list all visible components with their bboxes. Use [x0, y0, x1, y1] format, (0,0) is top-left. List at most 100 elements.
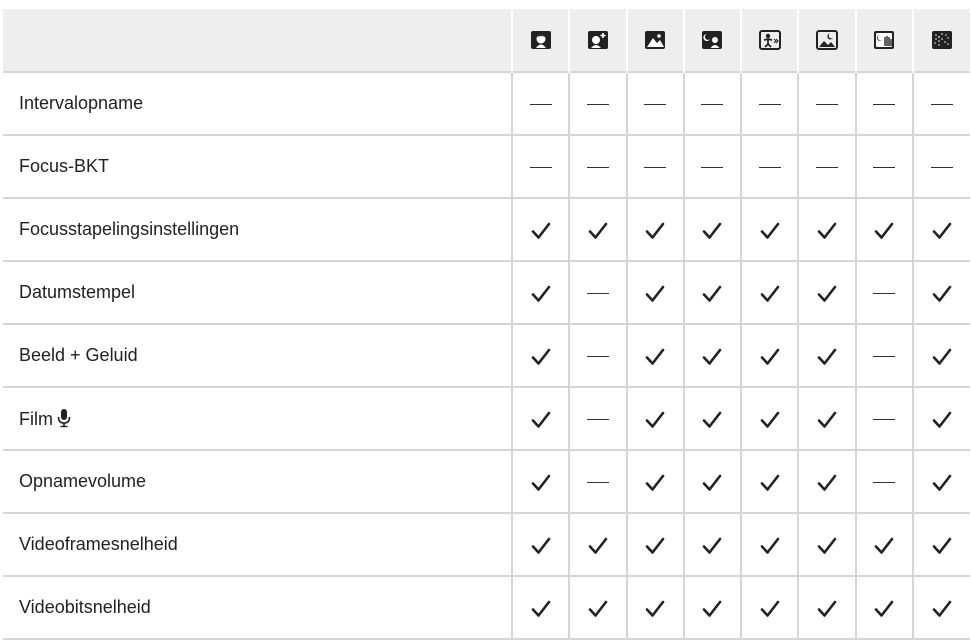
checkmark-icon	[531, 411, 550, 428]
checkmark-icon	[703, 411, 722, 428]
checkmark-icon	[703, 222, 722, 239]
value-cell	[510, 135, 570, 198]
portrait-mode-icon	[530, 31, 551, 49]
value-cell	[911, 198, 970, 261]
row-label-cell: Film	[3, 387, 512, 450]
value-cell	[854, 387, 913, 450]
not-available-dash	[529, 166, 552, 169]
value-cell	[510, 513, 570, 576]
value-cell	[510, 72, 570, 135]
checkmark-icon	[932, 411, 952, 428]
value-cell	[682, 198, 741, 261]
value-cell	[625, 324, 684, 387]
table-row: Focus-BKT	[3, 135, 970, 198]
value-cell	[854, 198, 913, 261]
checkmark-icon	[874, 537, 894, 554]
not-available-dash	[873, 355, 896, 358]
row-label: Datumstempel	[19, 282, 136, 302]
checkmark-icon	[645, 537, 665, 554]
value-cell	[911, 324, 970, 387]
value-cell	[682, 261, 741, 324]
value-cell	[854, 135, 913, 198]
checkmark-icon	[760, 411, 779, 428]
value-cell	[854, 72, 913, 135]
checkmark-icon	[817, 474, 837, 491]
not-available-dash	[873, 418, 896, 421]
header-cell-fireworks	[911, 9, 970, 72]
checkmark-icon	[817, 600, 837, 617]
value-cell	[797, 324, 856, 387]
checkmark-icon	[703, 600, 722, 617]
value-cell	[510, 450, 570, 513]
value-cell	[739, 72, 799, 135]
checkmark-icon	[703, 285, 722, 302]
value-cell	[911, 72, 970, 135]
not-available-dash	[758, 103, 781, 106]
checkmark-icon	[531, 600, 550, 617]
checkmark-icon	[645, 474, 665, 491]
checkmark-icon	[645, 348, 665, 365]
checkmark-icon	[703, 348, 722, 365]
value-cell	[510, 198, 570, 261]
checkmark-icon	[817, 285, 837, 302]
row-label: Focusstapelingsinstellingen	[19, 219, 240, 239]
value-cell	[854, 450, 913, 513]
value-cell	[911, 513, 970, 576]
checkmark-icon	[588, 600, 608, 617]
checkmark-icon	[588, 222, 608, 239]
not-available-dash	[815, 166, 838, 169]
checkmark-icon	[531, 222, 550, 239]
value-cell	[625, 135, 684, 198]
value-cell	[682, 135, 741, 198]
not-available-dash	[873, 166, 896, 169]
value-cell	[739, 450, 799, 513]
header-row	[3, 9, 970, 72]
not-available-dash	[930, 166, 953, 169]
value-cell	[568, 135, 627, 198]
not-available-dash	[586, 166, 609, 169]
row-label: Beeld + Geluid	[19, 345, 138, 365]
row-label: Intervalopname	[19, 93, 144, 113]
checkmark-icon	[531, 474, 550, 491]
header-cell-landscape	[625, 9, 684, 72]
row-label: Videobitsnelheid	[19, 597, 151, 617]
table-row: Beeld + Geluid	[3, 324, 970, 387]
checkmark-icon	[932, 285, 952, 302]
not-available-dash	[701, 103, 724, 106]
checkmark-icon	[932, 537, 952, 554]
checkmark-icon	[932, 348, 952, 365]
table-row: Film	[3, 387, 970, 450]
value-cell	[854, 261, 913, 324]
header-blank-cell	[3, 9, 512, 72]
value-cell	[797, 261, 856, 324]
not-available-dash	[815, 103, 838, 106]
value-cell	[682, 450, 741, 513]
row-label-cell: Intervalopname	[3, 72, 512, 135]
value-cell	[625, 450, 684, 513]
checkmark-icon	[817, 348, 837, 365]
value-cell	[682, 387, 741, 450]
checkmark-icon	[645, 411, 665, 428]
checkmark-icon	[817, 537, 837, 554]
value-cell	[625, 261, 684, 324]
checkmark-icon	[645, 222, 665, 239]
value-cell	[568, 198, 627, 261]
value-cell	[797, 387, 856, 450]
table-row: Videoframesnelheid	[3, 513, 970, 576]
row-label: Film	[19, 408, 53, 429]
function-compatibility-table: Intervalopname Focus-BKT Focusstapelingsin…	[3, 9, 970, 640]
value-cell	[739, 387, 799, 450]
value-cell	[797, 135, 856, 198]
header-cell-hand-held-starlight	[854, 9, 913, 72]
checkmark-icon	[760, 474, 779, 491]
value-cell	[568, 72, 627, 135]
checkmark-icon	[932, 474, 952, 491]
value-cell	[797, 450, 856, 513]
row-label-cell: Focus-BKT	[3, 135, 512, 198]
checkmark-icon	[817, 411, 837, 428]
value-cell	[797, 513, 856, 576]
night-portrait-mode-icon	[702, 31, 723, 49]
row-label-cell: Datumstempel	[3, 261, 512, 324]
value-cell	[797, 198, 856, 261]
table-row: Focusstapelingsinstellingen	[3, 198, 970, 261]
